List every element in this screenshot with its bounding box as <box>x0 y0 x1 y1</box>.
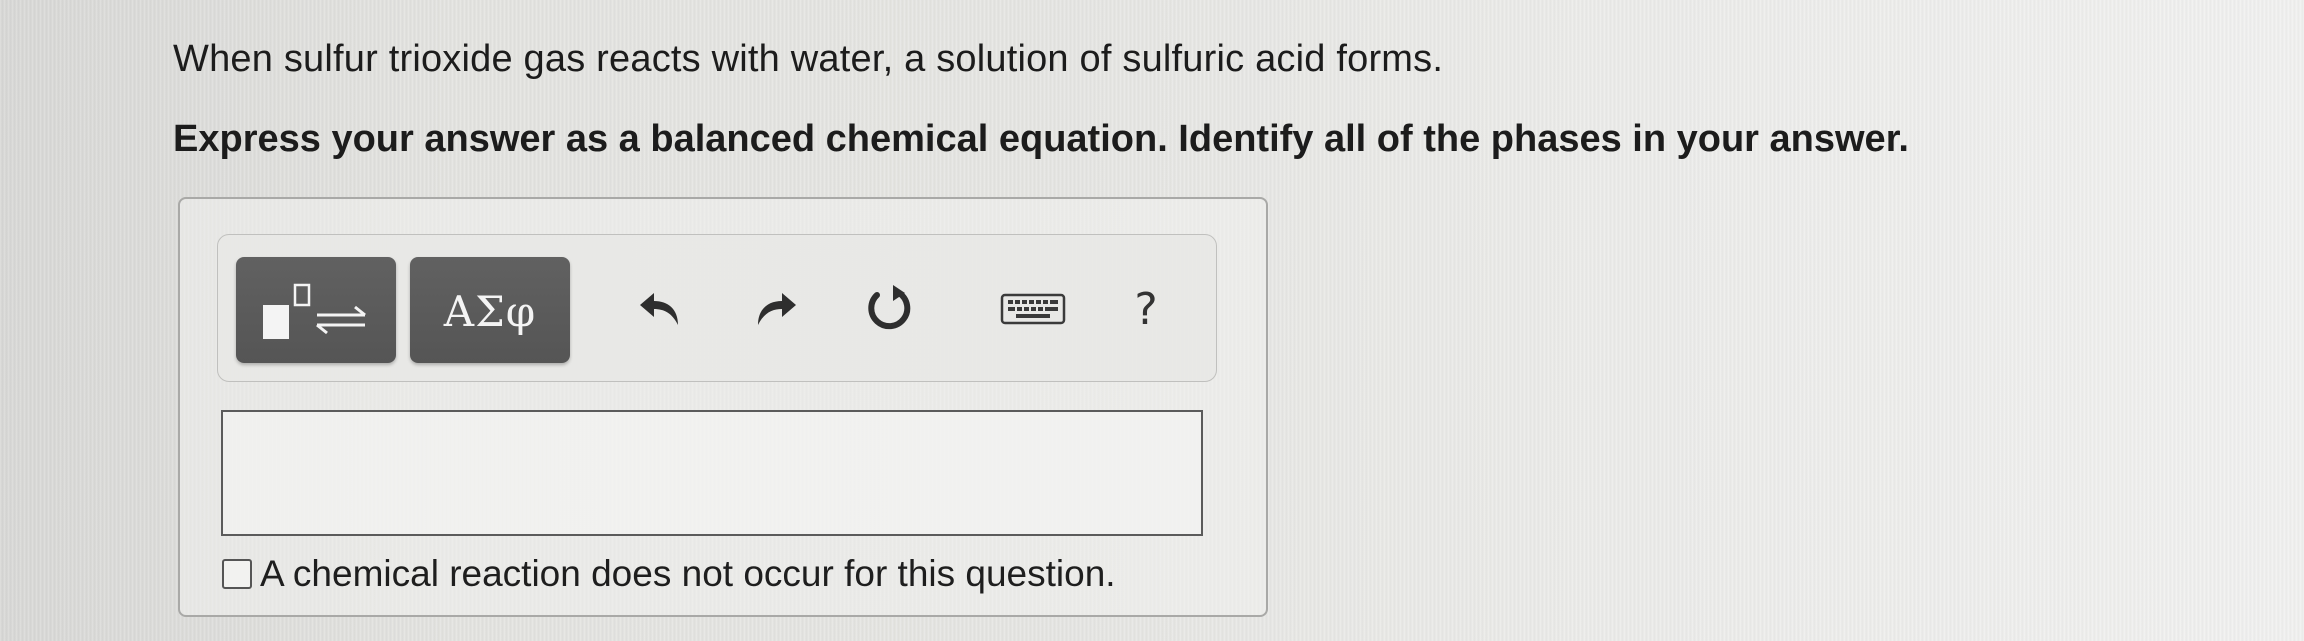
no-reaction-option[interactable]: A chemical reaction does not occur for t… <box>222 553 1116 595</box>
question-text: When sulfur trioxide gas reacts with wat… <box>173 38 1444 80</box>
no-reaction-checkbox[interactable] <box>222 559 252 589</box>
equation-toolbar: ΑΣφ ? <box>217 234 1217 382</box>
redo-icon <box>758 293 796 325</box>
undo-icon <box>640 293 678 325</box>
symbols-button[interactable]: ΑΣφ <box>410 257 570 363</box>
keyboard-button[interactable] <box>998 279 1068 339</box>
symbols-label: ΑΣφ <box>443 287 537 336</box>
templates-button[interactable] <box>236 257 396 363</box>
reset-button[interactable] <box>854 279 924 339</box>
help-button[interactable]: ? <box>1111 279 1181 339</box>
undo-button[interactable] <box>626 279 696 339</box>
answer-panel: ΑΣφ ? A chemical reaction does not occur… <box>178 197 1268 617</box>
answer-input[interactable] <box>221 410 1203 536</box>
instruction-text: Express your answer as a balanced chemic… <box>173 118 1909 160</box>
templates-reaction-arrow-icon <box>263 283 366 339</box>
help-icon: ? <box>1134 283 1158 335</box>
no-reaction-label: A chemical reaction does not occur for t… <box>260 553 1116 594</box>
redo-button[interactable] <box>740 279 810 339</box>
keyboard-icon <box>1000 293 1066 325</box>
reset-icon <box>868 285 911 330</box>
